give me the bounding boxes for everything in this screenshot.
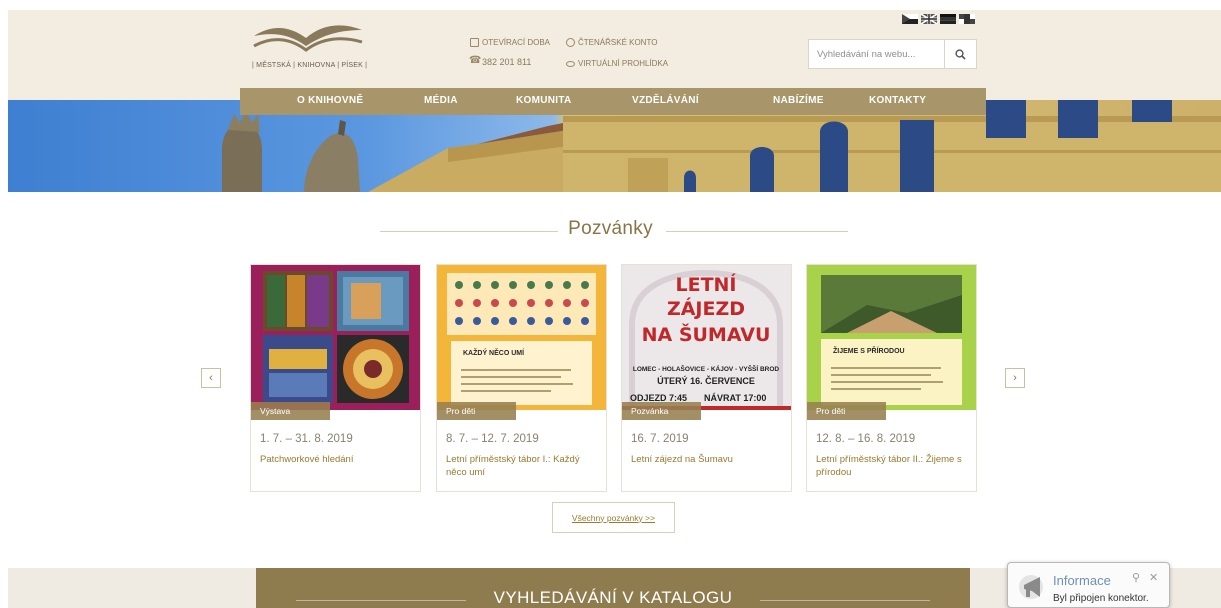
event-tag: Pro děti [807, 402, 886, 420]
carousel-next-button[interactable]: › [1005, 368, 1025, 388]
carousel-prev-button[interactable]: ‹ [201, 368, 221, 388]
eye-icon [566, 60, 575, 67]
catalog-search-section: VYHLEDÁVÁNÍ V KATALOGU [256, 568, 970, 608]
poster-zajezd-sumava: LETNÍ ZÁJEZD NA ŠUMAVU LOMEC - HOLAŠOVIC… [622, 265, 791, 410]
event-card-zajezd-sumava[interactable]: LETNÍ ZÁJEZD NA ŠUMAVU LOMEC - HOLAŠOVIC… [621, 264, 792, 492]
notification-text: Byl připojen konektor. [1053, 593, 1149, 604]
poster-kazdy-neco-umi: KAŽDÝ NĚCO UMÍ [437, 265, 606, 410]
notification-popup[interactable]: Informace Byl připojen konektor. ⚲ ✕ [1007, 562, 1170, 608]
patchwork-picture [251, 265, 420, 410]
megaphone-icon [1019, 575, 1043, 599]
logo-text: | MĚSTSKÁ | KNIHOVNA | PÍSEK | [252, 62, 368, 69]
event-image-patchwork [251, 265, 420, 410]
event-card-kazdy-neco-umi[interactable]: KAŽDÝ NĚCO UMÍ Pro děti 8. 7. – 12. 7. 2… [436, 264, 607, 492]
opening-hours-link[interactable]: OTEVÍRACÍ DOBA [470, 38, 550, 47]
reader-account-link[interactable]: ČTENÁŘSKÉ KONTO [566, 38, 657, 47]
event-tag: Pro děti [437, 402, 516, 420]
flag-germany-icon[interactable] [940, 14, 956, 24]
event-image-zajezd-sumava: LETNÍ ZÁJEZD NA ŠUMAVU LOMEC - HOLAŠOVIC… [622, 265, 791, 410]
event-date: 1. 7. – 31. 8. 2019 [260, 433, 353, 445]
event-date: 12. 8. – 16. 8. 2019 [816, 433, 916, 445]
event-image-kazdy-neco-umi: KAŽDÝ NĚCO UMÍ [437, 265, 606, 410]
section-title: Pozvánky [568, 218, 653, 239]
svg-text:LOMEC - HOLAŠOVICE - KÁJOV - V: LOMEC - HOLAŠOVICE - KÁJOV - VYŠŠÍ BROD [633, 364, 780, 373]
phone-icon [469, 55, 481, 67]
event-title: Letní příměstský tábor I.: Každý něco um… [446, 454, 580, 478]
phone-link[interactable]: 382 201 811 [469, 55, 532, 68]
svg-text:NÁVRAT 17:00: NÁVRAT 17:00 [704, 393, 766, 403]
svg-text:NA ŠUMAVU: NA ŠUMAVU [642, 322, 771, 346]
nav-item-media[interactable]: MÉDIA [424, 95, 458, 106]
nav-item-kontakty[interactable]: KONTAKTY [869, 95, 926, 106]
chevron-left-icon: ‹ [209, 372, 213, 384]
book-logo-icon [253, 25, 363, 52]
event-date: 16. 7. 2019 [631, 433, 689, 445]
event-title: Patchworkové hledání [260, 454, 354, 465]
settings-icon[interactable]: ⚲ [1132, 571, 1140, 584]
nav-item-vzdelavani[interactable]: VZDĚLÁVÁNÍ [632, 95, 699, 106]
library-logo[interactable]: | MĚSTSKÁ | KNIHOVNA | PÍSEK | [250, 18, 368, 74]
notification-title: Informace [1053, 573, 1111, 588]
svg-text:ŽIJEME S PŘÍRODOU: ŽIJEME S PŘÍRODOU [833, 346, 905, 355]
catalog-divider-right [760, 600, 930, 601]
virtual-tour-link[interactable]: VIRTUÁLNÍ PROHLÍDKA [566, 59, 668, 68]
svg-text:ZÁJEZD: ZÁJEZD [667, 297, 745, 320]
language-flags [902, 14, 975, 24]
nav-item-nabizime[interactable]: NABÍZÍME [773, 95, 824, 106]
site-search [808, 39, 977, 69]
header-band [8, 10, 1221, 100]
svg-text:LETNÍ: LETNÍ [675, 273, 736, 296]
svg-text:KAŽDÝ NĚCO UMÍ: KAŽDÝ NĚCO UMÍ [463, 348, 525, 357]
main-nav: O KNIHOVNĚ MÉDIA KOMUNITA VZDĚLÁVÁNÍ NAB… [240, 88, 986, 115]
flag-czech-icon[interactable] [902, 14, 918, 24]
catalog-title: VYHLEDÁVÁNÍ V KATALOGU [493, 588, 733, 607]
poster-zijeme-s-prirodou: ŽIJEME S PŘÍRODOU [807, 265, 976, 410]
opening-hours-label: OTEVÍRACÍ DOBA [482, 38, 551, 47]
title-divider-right [666, 231, 848, 232]
svg-text:ÚTERÝ 16. ČERVENCE: ÚTERÝ 16. ČERVENCE [657, 375, 755, 386]
close-icon[interactable]: ✕ [1149, 571, 1158, 584]
flag-other-icon[interactable] [959, 14, 975, 24]
event-card-patchwork[interactable]: Výstava 1. 7. – 31. 8. 2019 Patchworkové… [250, 264, 421, 492]
event-date: 8. 7. – 12. 7. 2019 [446, 433, 539, 445]
chevron-right-icon: › [1013, 372, 1017, 384]
phone-label: 382 201 811 [482, 57, 532, 67]
search-icon [955, 48, 966, 60]
event-tag: Výstava [251, 402, 330, 420]
search-button[interactable] [944, 40, 976, 68]
search-input[interactable] [809, 40, 939, 68]
calendar-icon [470, 38, 479, 47]
flag-uk-icon[interactable] [921, 14, 937, 24]
nav-item-komunita[interactable]: KOMUNITA [516, 95, 572, 106]
event-card-zijeme-s-prirodou[interactable]: ŽIJEME S PŘÍRODOU Pro děti 12. 8. – 16. … [806, 264, 977, 492]
reader-account-label: ČTENÁŘSKÉ KONTO [578, 38, 658, 47]
all-events-button[interactable]: Všechny pozvánky >> [552, 502, 675, 533]
event-title: Letní příměstský tábor II.: Žijeme s pří… [816, 454, 962, 478]
user-icon [566, 38, 575, 47]
nav-item-o-knihovne[interactable]: O KNIHOVNĚ [297, 95, 363, 106]
event-title: Letní zájezd na Šumavu [631, 454, 733, 465]
virtual-tour-label: VIRTUÁLNÍ PROHLÍDKA [578, 59, 669, 68]
event-image-zijeme-s-prirodou: ŽIJEME S PŘÍRODOU [807, 265, 976, 410]
event-tag: Pozvánka [622, 402, 701, 420]
